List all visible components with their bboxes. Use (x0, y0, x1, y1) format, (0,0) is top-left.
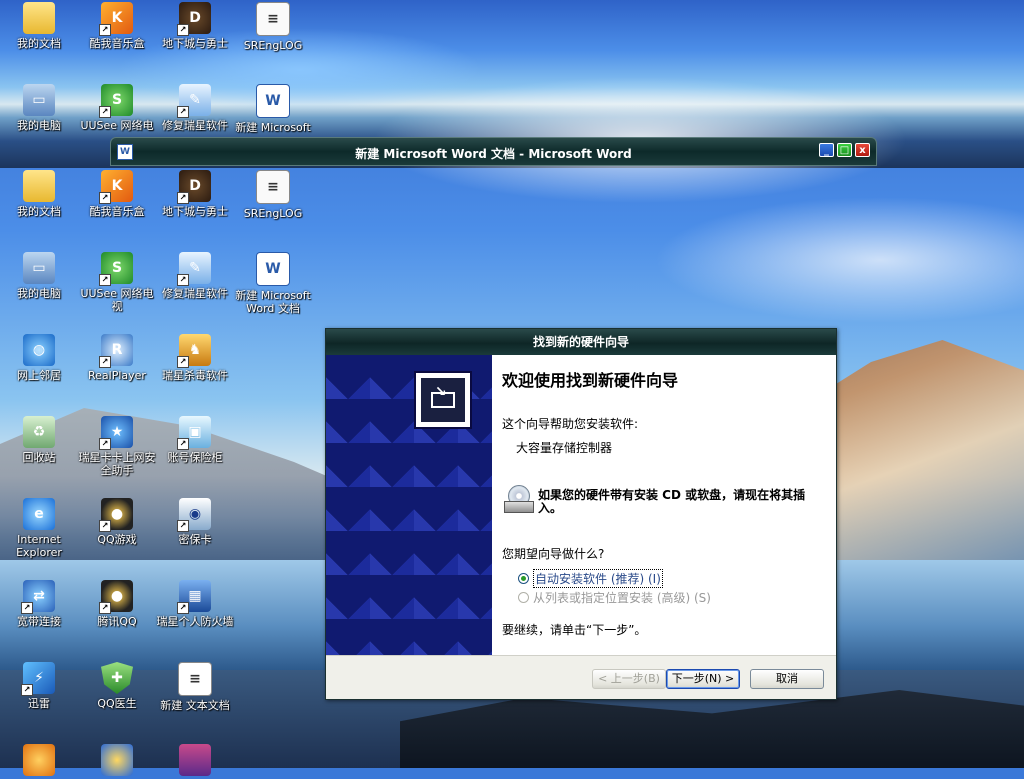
desktop-icon-realplayer[interactable]: R ↗ RealPlayer (78, 334, 156, 382)
thunder-icon: ⚡ ↗ (21, 662, 55, 696)
desktop-icon-partial-2[interactable] (78, 744, 156, 779)
word-doc-icon: W (256, 252, 290, 286)
next-button[interactable]: 下一步(N) > (666, 669, 740, 689)
desktop-icon-qq-game[interactable]: ● ↗ QQ游戏 (78, 498, 156, 546)
firewall-icon: ▦ ↗ (177, 580, 211, 614)
recycle-bin-icon: ♻ (23, 416, 55, 448)
desktop-icon-account-safe[interactable]: ▣ ↗ 账号保险柜 (156, 416, 234, 464)
insert-media-prompt: 如果您的硬件带有安装 CD 或软盘，请现在将其插入。 (538, 488, 806, 515)
broadband-icon: ⇄ ↗ (21, 580, 55, 614)
minimize-button[interactable]: _ (819, 143, 834, 157)
qq-doctor-icon: ✚ (101, 662, 133, 694)
radio-auto-install[interactable] (518, 573, 529, 584)
maximize-button[interactable]: □ (837, 143, 852, 157)
qq-icon: ● ↗ (99, 580, 133, 614)
option-manual-install[interactable]: 从列表或指定位置安装 (高级) (S) (518, 589, 711, 606)
desktop-icon-network[interactable]: ◍ 网上邻居 (0, 334, 78, 382)
option-auto-install-label[interactable]: 自动安装软件 (推荐) (I) (533, 569, 663, 588)
desktop-icon-my-documents-dup[interactable]: 我的文档 (0, 2, 78, 50)
desktop-icon-firewall[interactable]: ▦ ↗ 瑞星个人防火墙 (156, 580, 234, 628)
computer-icon: ▭ (23, 84, 55, 116)
hardware-wizard-dialog: 找到新的硬件向导 ↘ 欢迎使用找到新硬件向导 这个向导帮助您安装软件: 大容量存… (325, 328, 837, 700)
desktop-icon-word-doc[interactable]: W 新建 Microsoft Word 文档 (234, 252, 312, 315)
qq-game-icon: ● ↗ (99, 498, 133, 532)
desktop-icon-uusee[interactable]: S ↗ UUSee 网络电视 (78, 252, 156, 313)
repair-icon: ✎ ↗ (177, 84, 211, 118)
cd-drive-icon (502, 485, 534, 515)
computer-icon: ▭ (23, 252, 55, 284)
kaka-icon: ★ ↗ (99, 416, 133, 450)
dialog-footer: < 上一步(B) 下一步(N) > 取消 (326, 655, 836, 699)
option-auto-install[interactable]: 自动安装软件 (推荐) (I) (518, 569, 663, 588)
password-card-icon: ◉ ↗ (177, 498, 211, 532)
desktop-icon-rising-antivirus[interactable]: ♞ ↗ 瑞星杀毒软件 (156, 334, 234, 382)
app-icon (23, 744, 55, 776)
folder-icon (23, 170, 55, 202)
music-box-icon: K ↗ (99, 170, 133, 204)
desktop-icon-uusee-dup[interactable]: S ↗ UUSee 网络电 (78, 84, 156, 132)
game-icon: D ↗ (177, 170, 211, 204)
desktop-icon-fix-rising[interactable]: ✎ ↗ 修复瑞星软件 (156, 252, 234, 300)
account-safe-icon: ▣ ↗ (177, 416, 211, 450)
desktop-icon-broadband[interactable]: ⇄ ↗ 宽带连接 (0, 580, 78, 628)
desktop-icon-recycle-bin[interactable]: ♻ 回收站 (0, 416, 78, 464)
realplayer-icon: R ↗ (99, 334, 133, 368)
desktop-icon-my-documents[interactable]: 我的文档 (0, 170, 78, 218)
desktop-icon-word-doc-dup[interactable]: W 新建 Microsoft (234, 84, 312, 134)
game-icon: D ↗ (177, 2, 211, 36)
desktop-icon-dnf[interactable]: D ↗ 地下城与勇士 (156, 170, 234, 218)
desktop-icon-kuwo-dup[interactable]: K ↗ 酷我音乐盒 (78, 2, 156, 50)
network-icon: ◍ (23, 334, 55, 366)
desktop-icon-my-computer[interactable]: ▭ 我的电脑 (0, 252, 78, 300)
antivirus-icon: ♞ ↗ (177, 334, 211, 368)
option-manual-install-label[interactable]: 从列表或指定位置安装 (高级) (S) (533, 589, 711, 606)
uusee-icon: S ↗ (99, 252, 133, 286)
desktop-icon-ie[interactable]: e Internet Explorer (0, 498, 78, 559)
cancel-button[interactable]: 取消 (750, 669, 824, 689)
word-window-title: 新建 Microsoft Word 文档 - Microsoft Word (355, 147, 632, 161)
text-file-icon: ≡ (256, 2, 290, 36)
word-doc-icon: W (256, 84, 290, 118)
desktop-icon-kuwo[interactable]: K ↗ 酷我音乐盒 (78, 170, 156, 218)
desktop-icon-text-doc[interactable]: ≡ 新建 文本文档 (156, 662, 234, 712)
desktop-icon-srenglog-dup[interactable]: ≡ SREngLOG (234, 2, 312, 52)
app-icon (101, 744, 133, 776)
desktop-icon-dnf-dup[interactable]: D ↗ 地下城与勇士 (156, 2, 234, 50)
device-name: 大容量存储控制器 (516, 441, 613, 455)
folder-icon (23, 2, 55, 34)
desktop-icon-thunder[interactable]: ⚡ ↗ 迅雷 (0, 662, 78, 710)
repair-icon: ✎ ↗ (177, 252, 211, 286)
wizard-content: 欢迎使用找到新硬件向导 这个向导帮助您安装软件: 大容量存储控制器 如果您的硬件… (502, 355, 832, 655)
desktop-icon-password-card[interactable]: ◉ ↗ 密保卡 (156, 498, 234, 546)
ie-icon: e (23, 498, 55, 530)
desktop-icon-qq[interactable]: ● ↗ 腾讯QQ (78, 580, 156, 628)
close-button[interactable]: x (855, 143, 870, 157)
radio-manual-install[interactable] (518, 592, 529, 603)
wizard-question: 您期望向导做什么? (502, 547, 605, 561)
wizard-description: 这个向导帮助您安装软件: (502, 417, 639, 431)
desktop-icon-fix-rising-dup[interactable]: ✎ ↗ 修复瑞星软件 (156, 84, 234, 132)
hardware-icon: ↘ (414, 371, 472, 429)
dialog-body: ↘ 欢迎使用找到新硬件向导 这个向导帮助您安装软件: 大容量存储控制器 如果您的… (326, 355, 836, 655)
text-doc-icon: ≡ (178, 662, 212, 696)
desktop-icon-srenglog[interactable]: ≡ SREngLOG (234, 170, 312, 220)
word-window-titlebar[interactable]: W 新建 Microsoft Word 文档 - Microsoft Word … (110, 137, 877, 166)
desktop-icon-qq-doctor[interactable]: ✚ QQ医生 (78, 662, 156, 710)
back-button[interactable]: < 上一步(B) (592, 669, 666, 689)
desktop-icon-partial-3[interactable] (156, 744, 234, 779)
wizard-side-banner: ↘ (326, 355, 492, 655)
wizard-heading: 欢迎使用找到新硬件向导 (502, 371, 679, 390)
desktop-icon-my-computer-dup[interactable]: ▭ 我的电脑 (0, 84, 78, 132)
dialog-title[interactable]: 找到新的硬件向导 (326, 329, 836, 355)
desktop-icon-kaka[interactable]: ★ ↗ 瑞星卡卡上网安全助手 (78, 416, 156, 477)
text-file-icon: ≡ (256, 170, 290, 204)
uusee-icon: S ↗ (99, 84, 133, 118)
continue-hint: 要继续，请单击“下一步”。 (502, 623, 647, 637)
desktop-icon-partial-1[interactable] (0, 744, 78, 779)
music-box-icon: K ↗ (99, 2, 133, 36)
archive-icon (179, 744, 211, 776)
